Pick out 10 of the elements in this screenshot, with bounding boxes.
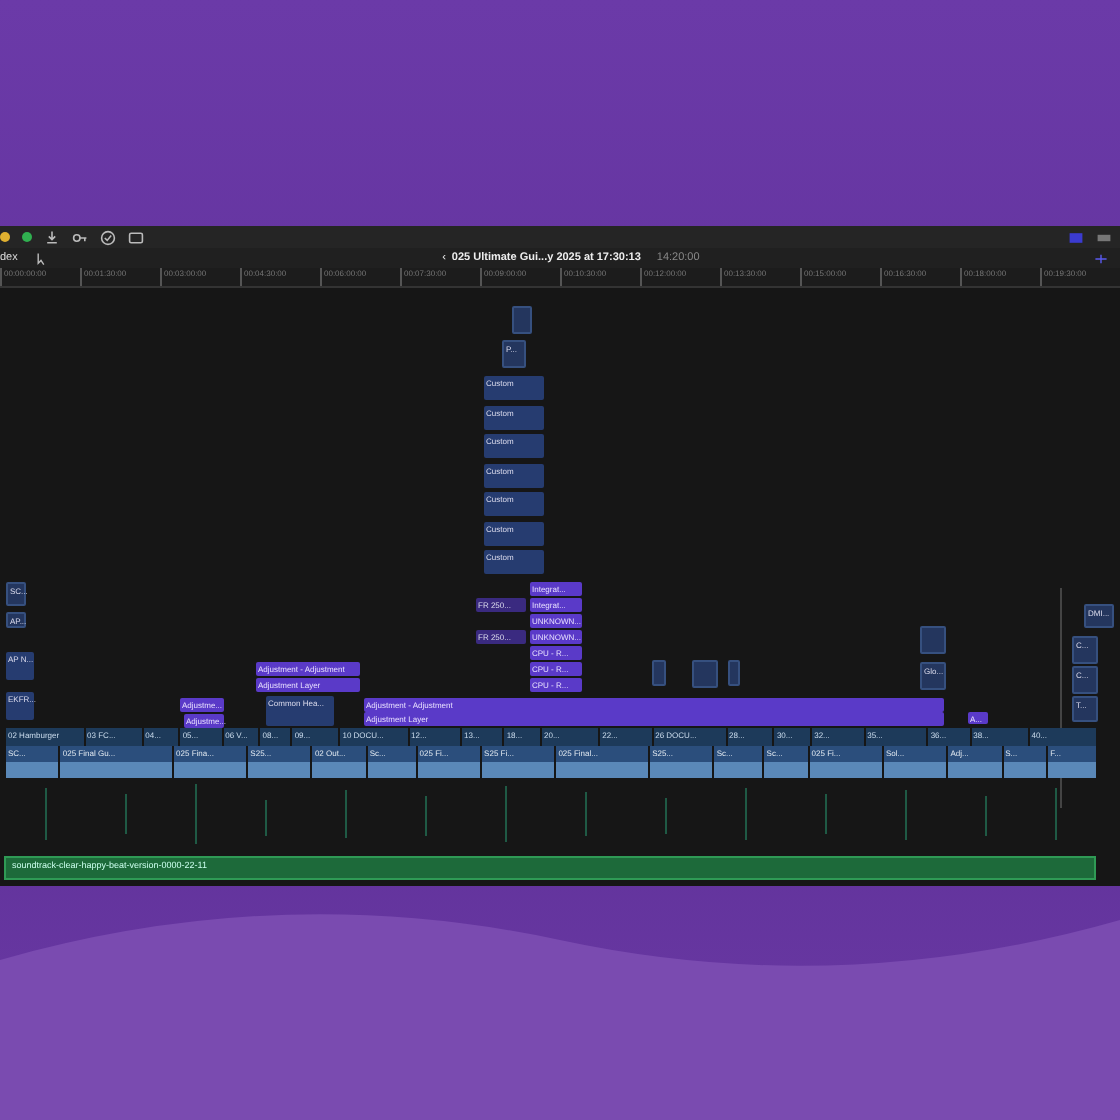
download-icon[interactable] bbox=[44, 229, 60, 245]
checkmark-icon[interactable] bbox=[100, 229, 116, 245]
video-clip[interactable] bbox=[692, 660, 718, 688]
video-clip[interactable] bbox=[652, 660, 666, 686]
key-icon[interactable] bbox=[72, 229, 88, 245]
video-clip[interactable] bbox=[920, 626, 946, 654]
video-clip[interactable] bbox=[512, 306, 532, 334]
zoom-icon[interactable] bbox=[22, 232, 32, 242]
video-clip[interactable] bbox=[728, 660, 740, 686]
minimize-icon[interactable] bbox=[0, 232, 10, 242]
